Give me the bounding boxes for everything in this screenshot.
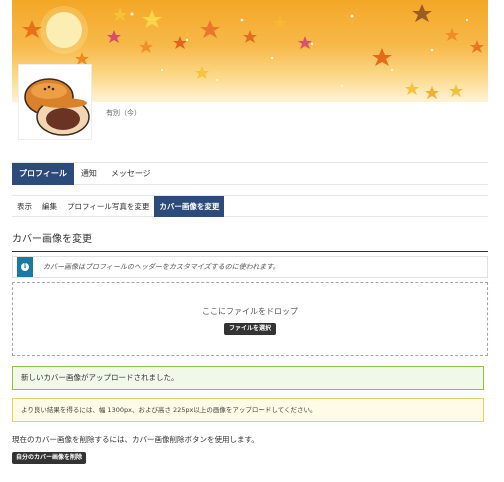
select-file-button[interactable]: ファイルを選択 bbox=[224, 323, 276, 335]
tab-view[interactable]: 表示 bbox=[12, 196, 37, 217]
dropzone-label: ここにファイルをドロップ bbox=[202, 307, 298, 316]
secondary-nav: 表示 編集 プロフィール写真を変更 カバー画像を変更 bbox=[12, 195, 488, 217]
tab-edit[interactable]: 編集 bbox=[37, 196, 62, 217]
info-notice: i カバー画像はプロフィールのヘッダーをカスタマイズするのに使われます。 bbox=[12, 256, 488, 278]
tab-change-cover-image[interactable]: カバー画像を変更 bbox=[154, 196, 225, 217]
manju-avatar-illustration bbox=[24, 78, 90, 136]
primary-nav: プロフィール 通知 メッセージ bbox=[12, 162, 488, 185]
info-text: カバー画像はプロフィールのヘッダーをカスタマイズするのに使われます。 bbox=[43, 263, 280, 271]
success-message: 新しいカバー画像がアップロードされました。 bbox=[12, 366, 484, 390]
tab-messages[interactable]: メッセージ bbox=[104, 163, 158, 185]
delete-cover-image-button[interactable]: 自分のカバー画像を削除 bbox=[12, 452, 86, 464]
avatar[interactable] bbox=[18, 64, 92, 140]
info-icon: i bbox=[17, 257, 33, 277]
file-dropzone[interactable]: ここにファイルをドロップ ファイルを選択 bbox=[12, 282, 488, 356]
warning-message: より良い結果を得るには、幅 1300px、および高さ 225px以上の画像をアッ… bbox=[12, 398, 484, 422]
member-name: 有別（今） bbox=[106, 109, 141, 117]
tab-profile[interactable]: プロフィール bbox=[12, 163, 74, 185]
page-title: カバー画像を変更 bbox=[12, 230, 488, 252]
tab-change-profile-photo[interactable]: プロフィール写真を変更 bbox=[62, 196, 154, 217]
delete-instructions: 現在のカバー画像を削除するには、カバー画像削除ボタンを使用します。 bbox=[12, 435, 259, 444]
tab-notifications[interactable]: 通知 bbox=[74, 163, 104, 185]
